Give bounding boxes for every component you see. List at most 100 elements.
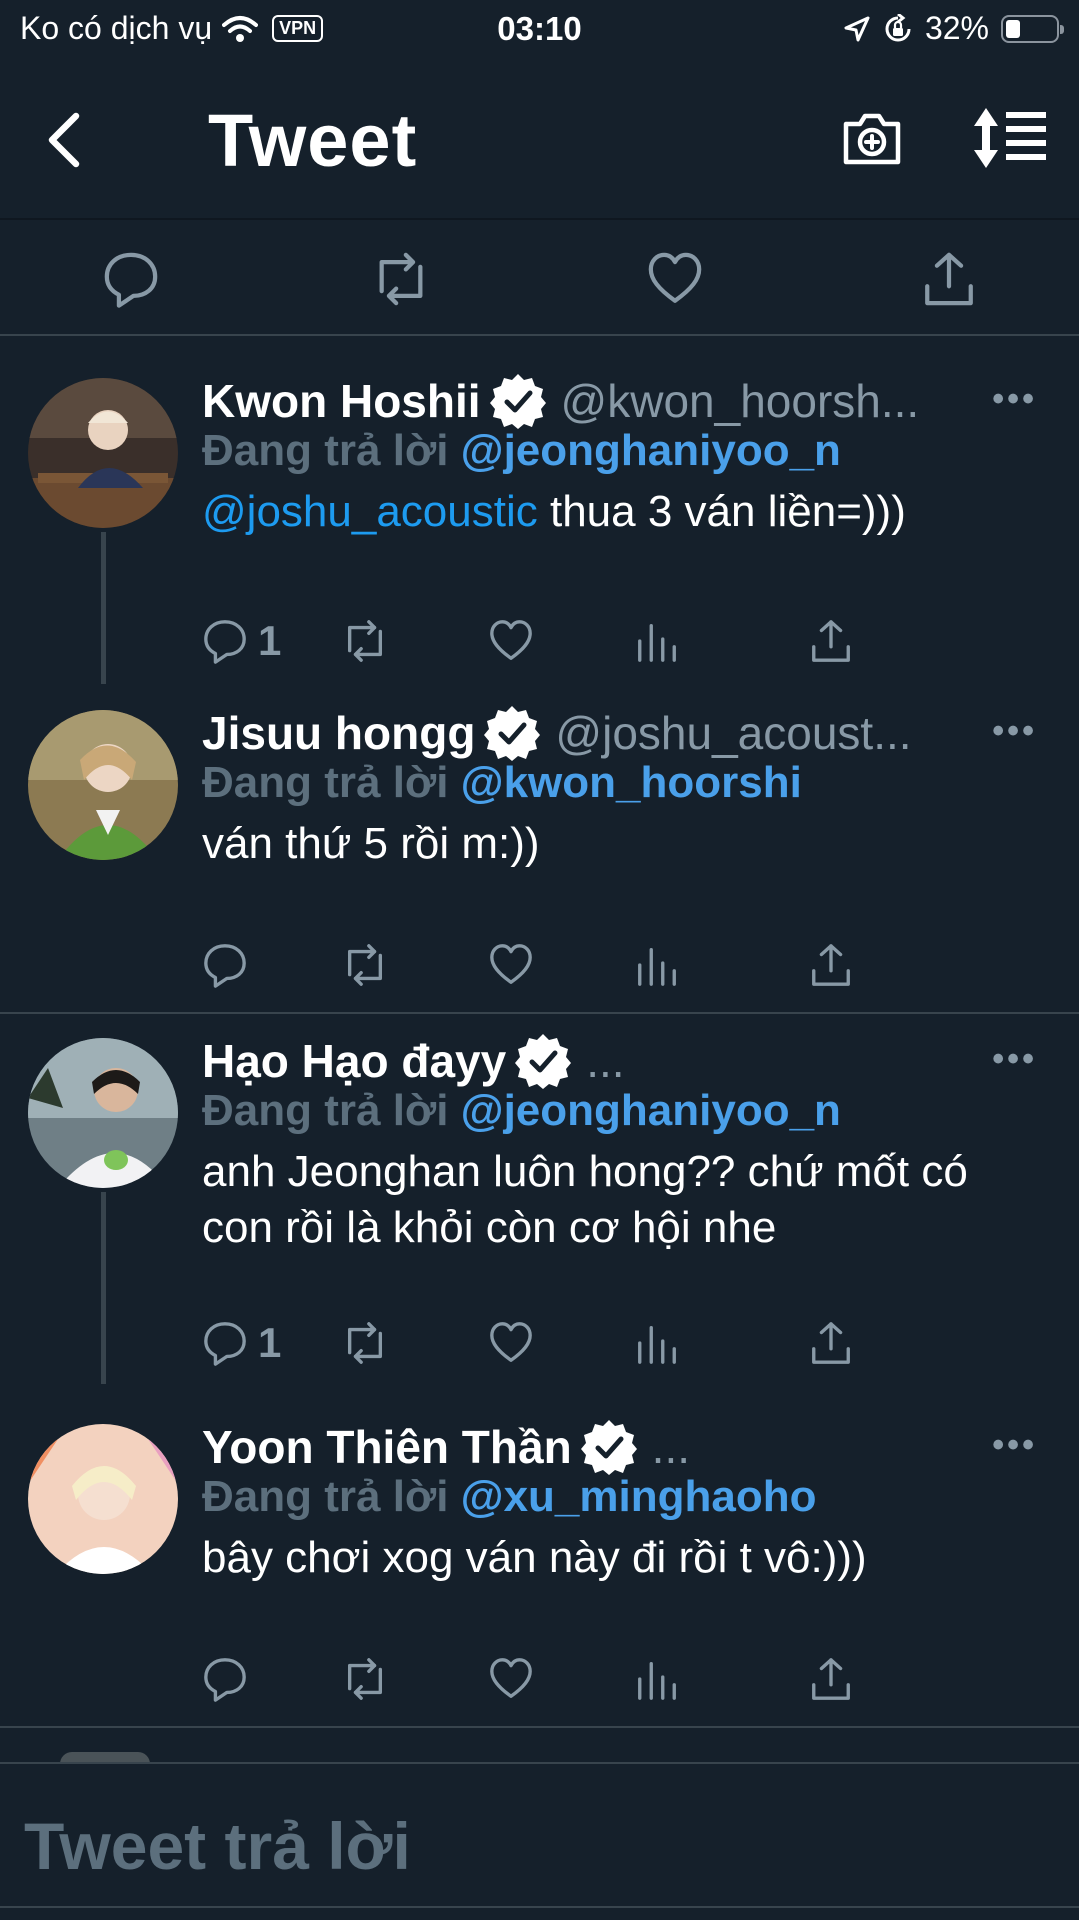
like-icon [490, 944, 532, 984]
tweet-item[interactable]: Kwon Hoshii @kwon_hoorsh... ••• Đang trả… [0, 354, 1079, 684]
analytics-button[interactable] [634, 616, 680, 666]
sort-icon[interactable] [972, 106, 1048, 170]
share-icon[interactable] [920, 250, 978, 308]
reply-icon[interactable] [102, 250, 160, 308]
location-arrow-icon [844, 16, 870, 41]
like-button[interactable] [488, 616, 534, 666]
tweet-item[interactable]: Yoon Thiên Thần ... ••• Đang trả lời @xu… [0, 1400, 1079, 1726]
username: ... [651, 1421, 691, 1473]
share-icon [812, 1658, 850, 1700]
analytics-icon [638, 1661, 676, 1700]
retweet-icon [347, 1322, 383, 1364]
page-title: Tweet [208, 99, 418, 182]
reply-button[interactable] [202, 940, 248, 990]
share-button[interactable] [808, 1654, 854, 1704]
tweet-actions [202, 1654, 962, 1704]
thread-line [101, 1192, 106, 1384]
divider [0, 1726, 1079, 1728]
back-chevron-icon[interactable] [40, 108, 90, 172]
share-icon [812, 1322, 850, 1364]
status-bar: Ko có dịch vụ VPN 03:10 32% [0, 0, 1079, 60]
reply-icon [204, 944, 246, 988]
reply-compose-bar[interactable]: Tweet trả lời [0, 1762, 1079, 1920]
status-right: 32% [843, 10, 1064, 47]
display-name[interactable]: Yoon Thiên Thần [202, 1420, 572, 1474]
retweet-icon [347, 1658, 383, 1700]
replying-to-handle[interactable]: @xu_minghaoho [461, 1472, 817, 1521]
like-icon [490, 1658, 532, 1698]
analytics-icon [638, 1325, 676, 1364]
reply-button[interactable]: 1 [202, 1318, 281, 1368]
avatar[interactable] [28, 1424, 178, 1574]
battery-percent: 32% [924, 10, 989, 46]
tweet-item[interactable]: Jisuu hongg @joshu_acoust... ••• Đang tr… [0, 686, 1079, 1012]
camera-plus-icon[interactable] [840, 106, 904, 170]
replying-to-handle[interactable]: @jeonghaniyoo_n [461, 1086, 841, 1135]
tweet-text: bây chơi xog ván này đi rồi t vô:))) [202, 1533, 867, 1582]
like-button[interactable] [488, 1654, 534, 1704]
retweet-button[interactable] [342, 1318, 388, 1368]
tweet-actions: 1 [202, 616, 962, 666]
avatar[interactable] [28, 378, 178, 528]
retweet-icon [347, 620, 383, 662]
share-button[interactable] [808, 940, 854, 990]
more-options-icon[interactable]: ••• [992, 1426, 1037, 1465]
more-options-icon[interactable]: ••• [992, 712, 1037, 751]
replying-to-label: Đang trả lời [202, 1472, 449, 1521]
nav-bar: Tweet [0, 60, 1079, 220]
tweet-actions [202, 940, 962, 990]
mention-link[interactable]: @joshu_acoustic [202, 487, 538, 536]
share-button[interactable] [808, 1318, 854, 1368]
reply-input-placeholder[interactable]: Tweet trả lời [24, 1808, 411, 1884]
tweet-header: Kwon Hoshii @kwon_hoorsh... [202, 372, 919, 430]
tweet-header: Hạo Hạo đayy ... [202, 1032, 625, 1090]
tweet-text-content: thua 3 ván liền=))) [537, 487, 906, 536]
main-tweet-actions [0, 222, 1079, 336]
like-button[interactable] [488, 940, 534, 990]
tweet-text: @joshu_acoustic thua 3 ván liền=))) [202, 484, 1042, 540]
analytics-icon [638, 623, 676, 662]
retweet-button[interactable] [342, 940, 388, 990]
reply-count: 1 [258, 1319, 282, 1366]
retweet-button[interactable] [342, 616, 388, 666]
reply-button[interactable]: 1 [202, 616, 281, 666]
username: @joshu_acoust... [555, 707, 912, 759]
tweet-actions: 1 [202, 1318, 962, 1368]
avatar[interactable] [28, 1038, 178, 1188]
replying-to-label: Đang trả lời [202, 1086, 449, 1135]
share-icon [812, 944, 850, 986]
like-button[interactable] [488, 1318, 534, 1368]
share-icon [812, 620, 850, 662]
username: @kwon_hoorsh... [560, 375, 920, 427]
verified-badge-icon [515, 1034, 572, 1089]
analytics-icon [638, 947, 676, 986]
retweet-icon[interactable] [372, 250, 430, 308]
verified-badge-icon [489, 374, 546, 429]
retweet-button[interactable] [342, 1654, 388, 1704]
more-options-icon[interactable]: ••• [992, 380, 1037, 419]
analytics-button[interactable] [634, 940, 680, 990]
battery-icon [1001, 14, 1064, 43]
share-button[interactable] [808, 616, 854, 666]
retweet-icon [347, 944, 383, 986]
more-options-icon[interactable]: ••• [992, 1040, 1037, 1079]
analytics-button[interactable] [634, 1654, 680, 1704]
reply-icon [204, 1658, 246, 1702]
display-name[interactable]: Jisuu hongg [202, 706, 475, 760]
reply-button[interactable] [202, 1654, 248, 1704]
tweet-item[interactable]: Hạo Hạo đayy ... ••• Đang trả lời @jeong… [0, 1014, 1079, 1384]
like-icon[interactable] [646, 250, 704, 308]
replying-to-handle[interactable]: @jeonghaniyoo_n [461, 426, 841, 475]
replying-to-handle[interactable]: @kwon_hoorshi [461, 758, 802, 807]
display-name[interactable]: Kwon Hoshii [202, 374, 481, 428]
compose-divider [0, 1906, 1079, 1908]
reply-icon [204, 1322, 246, 1366]
replying-to: Đang trả lời @jeonghaniyoo_n [202, 1086, 841, 1136]
display-name[interactable]: Hạo Hạo đayy [202, 1034, 506, 1088]
thread-line [101, 532, 106, 684]
analytics-button[interactable] [634, 1318, 680, 1368]
reply-icon [204, 620, 246, 664]
username: ... [586, 1035, 625, 1087]
avatar[interactable] [28, 710, 178, 860]
tweet-text: anh Jeonghan luôn hong?? chứ mốt có con … [202, 1147, 968, 1252]
